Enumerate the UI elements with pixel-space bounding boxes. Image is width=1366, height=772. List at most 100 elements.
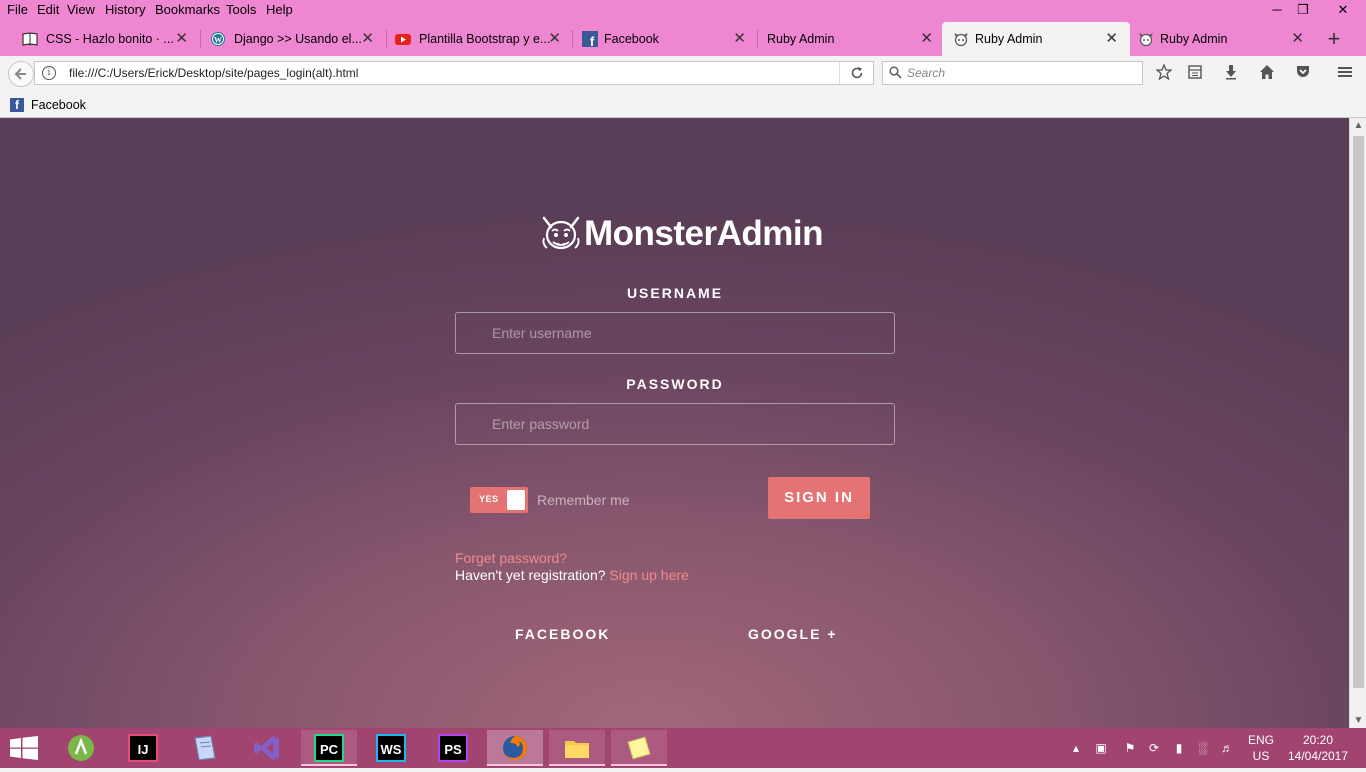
tab-close-icon[interactable]: ✕ [548, 22, 561, 56]
sticky-notes-taskbar[interactable] [611, 730, 667, 766]
menu-view[interactable]: View [67, 2, 95, 17]
tab-plantilla[interactable]: Plantilla Bootstrap y e... ✕ [395, 22, 563, 56]
tab-close-icon[interactable]: ✕ [175, 22, 188, 56]
forgot-password-link[interactable]: Forget password? [455, 550, 567, 566]
username-label: USERNAME [626, 285, 724, 301]
tab-separator [757, 30, 758, 48]
tray-sync-icon[interactable]: ⟳ [1146, 740, 1162, 756]
visual-studio-icon [252, 734, 282, 762]
monster-logo-icon [542, 216, 580, 250]
tab-close-icon[interactable]: ✕ [1105, 22, 1118, 56]
tab-title: Ruby Admin [975, 32, 1043, 46]
url-text[interactable]: file:///C:/Users/Erick/Desktop/site/page… [69, 66, 358, 80]
search-icon [889, 66, 902, 79]
brand-name: MonsterAdmin [584, 214, 824, 253]
pocket-icon[interactable] [1292, 64, 1314, 84]
no-account-text: Haven't yet registration? [455, 567, 606, 583]
downloads-icon[interactable] [1220, 64, 1242, 84]
phpstorm-icon: PS [438, 734, 468, 762]
webstorm-taskbar[interactable]: WS [363, 730, 419, 766]
pycharm-taskbar[interactable]: PC [301, 730, 357, 766]
show-hidden-icons-chevron-icon[interactable]: ▴ [1068, 740, 1084, 756]
tray-flag-icon[interactable]: ⚑ [1122, 740, 1138, 756]
remember-me-label: Remember me [537, 492, 630, 508]
search-placeholder: Search [907, 66, 946, 80]
clock-time: 20:20 [1302, 733, 1334, 747]
volume-icon[interactable]: ♬ [1219, 740, 1235, 756]
menu-tools[interactable]: Tools [226, 2, 256, 17]
tab-title: Ruby Admin [767, 32, 835, 46]
info-icon[interactable]: i [42, 66, 56, 80]
google-login-link[interactable]: GOOGLE + [748, 626, 838, 642]
tab-separator [572, 30, 573, 48]
phpstorm-taskbar[interactable]: PS [425, 730, 481, 766]
tab-django[interactable]: W Django >> Usando el... ✕ [210, 22, 376, 56]
menu-help[interactable]: Help [266, 2, 293, 17]
bookmark-facebook[interactable]: Facebook [31, 98, 86, 112]
system-clock[interactable]: 20:20 14/04/2017 [1283, 732, 1353, 764]
android-studio-taskbar[interactable] [53, 730, 109, 766]
hamburger-menu-icon[interactable] [1334, 64, 1356, 84]
network-icon[interactable]: ░ [1195, 740, 1211, 756]
scroll-thumb[interactable] [1353, 136, 1364, 688]
scroll-down-arrow-icon[interactable]: ▼ [1350, 715, 1366, 726]
intellij-icon: IJ [128, 734, 158, 762]
youtube-icon [395, 34, 411, 45]
tab-ruby-admin-active[interactable]: Ruby Admin ✕ [942, 22, 1130, 56]
reload-button[interactable] [839, 62, 873, 84]
book-icon [22, 32, 38, 46]
tab-separator [200, 30, 201, 48]
svg-text:f: f [590, 34, 595, 47]
tab-close-icon[interactable]: ✕ [733, 22, 746, 56]
menu-bar: File Edit View History Bookmarks Tools H… [0, 0, 1366, 20]
input-language-indicator[interactable]: ENG US [1246, 732, 1276, 764]
battery-icon[interactable]: ▮ [1171, 740, 1187, 756]
bookmark-star-icon[interactable] [1153, 63, 1175, 84]
tab-ruby-admin-3[interactable]: Ruby Admin ✕ [1138, 22, 1306, 56]
sign-up-link[interactable]: Sign up here [609, 567, 688, 583]
new-tab-button[interactable]: + [1322, 22, 1346, 56]
facebook-icon[interactable]: f [10, 98, 24, 112]
url-bar[interactable]: i file:///C:/Users/Erick/Desktop/site/pa… [34, 61, 874, 85]
navigation-toolbar: i file:///C:/Users/Erick/Desktop/site/pa… [0, 56, 1366, 92]
intellij-taskbar[interactable]: IJ [115, 730, 171, 766]
tab-close-icon[interactable]: ✕ [361, 22, 374, 56]
tray-app-icon[interactable]: ▣ [1093, 740, 1109, 756]
back-button[interactable] [8, 61, 34, 87]
vertical-scrollbar[interactable]: ▲ ▼ [1349, 118, 1366, 728]
remember-me-toggle[interactable]: YES [470, 487, 528, 513]
search-bar[interactable]: Search [882, 61, 1143, 85]
facebook-login-link[interactable]: FACEBOOK [515, 626, 610, 642]
tab-close-icon[interactable]: ✕ [1291, 22, 1304, 56]
menu-file[interactable]: File [7, 2, 28, 17]
taskbar: IJ PC WS PS ▴ ▣ ⚑ ⟳ ▮ ░ ♬ ENG US 20:20 1… [0, 728, 1366, 768]
notepad-taskbar[interactable] [177, 730, 233, 766]
webstorm-icon: WS [376, 734, 406, 762]
windows-start-icon[interactable] [10, 736, 38, 760]
tab-facebook[interactable]: f Facebook ✕ [582, 22, 748, 56]
clock-date: 14/04/2017 [1287, 749, 1349, 763]
tab-ruby-admin-1[interactable]: Ruby Admin ✕ [767, 22, 935, 56]
tab-title: Plantilla Bootstrap y e... [419, 32, 551, 46]
reading-list-icon[interactable] [1184, 64, 1206, 84]
password-input[interactable] [455, 403, 895, 445]
menu-bookmarks[interactable]: Bookmarks [155, 2, 220, 17]
username-input[interactable] [455, 312, 895, 354]
home-icon[interactable] [1256, 64, 1278, 84]
toggle-state-label: YES [479, 494, 499, 504]
menu-history[interactable]: History [105, 2, 145, 17]
tab-css[interactable]: CSS - Hazlo bonito · ... ✕ [22, 22, 192, 56]
pycharm-icon: PC [314, 734, 344, 762]
scroll-up-arrow-icon[interactable]: ▲ [1350, 120, 1366, 131]
toggle-knob[interactable] [507, 490, 525, 510]
tab-strip: CSS - Hazlo bonito · ... ✕ W Django >> U… [0, 22, 1366, 56]
folder-icon [562, 734, 592, 762]
file-explorer-taskbar[interactable] [549, 730, 605, 766]
tab-close-icon[interactable]: ✕ [920, 22, 933, 56]
sign-in-button[interactable]: SIGN IN [768, 477, 870, 519]
close-window-button[interactable]: ✕ [1320, 0, 1366, 20]
tab-title: Django >> Usando el... [234, 32, 362, 46]
visual-studio-taskbar[interactable] [239, 730, 295, 766]
firefox-taskbar[interactable] [487, 730, 543, 766]
menu-edit[interactable]: Edit [37, 2, 59, 17]
